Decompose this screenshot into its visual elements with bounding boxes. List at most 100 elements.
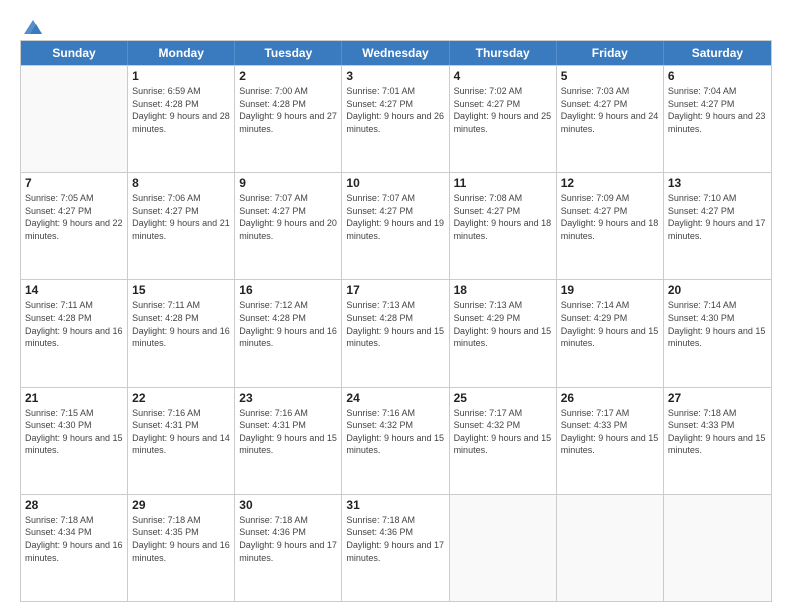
calendar-cell-16: 16Sunrise: 7:12 AM Sunset: 4:28 PM Dayli…: [235, 280, 342, 386]
calendar-cell-11: 11 Sunrise: 7:08 AM Sunset: 4:27 PM Dayli…: [450, 173, 557, 279]
day-number: 18: [454, 283, 552, 297]
calendar-cell-13: 13 Sunrise: 7:10 AM Sunset: 4:27 PM Dayli…: [664, 173, 771, 279]
header-day-wednesday: Wednesday: [342, 41, 449, 65]
header-day-monday: Monday: [128, 41, 235, 65]
calendar-cell-7: 7 Sunrise: 7:05 AM Sunset: 4:27 PM Daylig…: [21, 173, 128, 279]
calendar-row-3: 21 Sunrise: 7:15 AM Sunset: 4:30 PM Dayli…: [21, 387, 771, 494]
header-day-thursday: Thursday: [450, 41, 557, 65]
day-info: Sunrise: 7:07 AM Sunset: 4:27 PM Dayligh…: [239, 192, 337, 242]
calendar-cell-empty-6: [664, 495, 771, 601]
calendar-cell-9: 9 Sunrise: 7:07 AM Sunset: 4:27 PM Daylig…: [235, 173, 342, 279]
calendar-cell-28: 28 Sunrise: 7:18 AM Sunset: 4:34 PM Dayli…: [21, 495, 128, 601]
calendar-cell-4: 4Sunrise: 7:02 AM Sunset: 4:27 PM Daylig…: [450, 66, 557, 172]
day-info: Sunrise: 7:18 AM Sunset: 4:36 PM Dayligh…: [346, 514, 444, 564]
day-number: 14: [25, 283, 123, 297]
calendar-cell-23: 23Sunrise: 7:16 AM Sunset: 4:31 PM Dayli…: [235, 388, 342, 494]
day-number: 24: [346, 391, 444, 405]
day-info: Sunrise: 7:14 AM Sunset: 4:29 PM Dayligh…: [561, 299, 659, 349]
day-number: 23: [239, 391, 337, 405]
day-number: 27: [668, 391, 767, 405]
day-number: 28: [25, 498, 123, 512]
page: SundayMondayTuesdayWednesdayThursdayFrid…: [0, 0, 792, 612]
logo-icon: [22, 16, 44, 38]
day-number: 17: [346, 283, 444, 297]
calendar-cell-empty-0: [21, 66, 128, 172]
day-info: Sunrise: 7:05 AM Sunset: 4:27 PM Dayligh…: [25, 192, 123, 242]
calendar-cell-1: 1Sunrise: 6:59 AM Sunset: 4:28 PM Daylig…: [128, 66, 235, 172]
day-number: 12: [561, 176, 659, 190]
calendar-cell-2: 2 Sunrise: 7:00 AM Sunset: 4:28 PM Daylig…: [235, 66, 342, 172]
day-info: Sunrise: 7:15 AM Sunset: 4:30 PM Dayligh…: [25, 407, 123, 457]
day-info: Sunrise: 7:04 AM Sunset: 4:27 PM Dayligh…: [668, 85, 767, 135]
day-number: 3: [346, 69, 444, 83]
day-number: 2: [239, 69, 337, 83]
calendar-cell-24: 24 Sunrise: 7:16 AM Sunset: 4:32 PM Dayli…: [342, 388, 449, 494]
calendar-cell-27: 27 Sunrise: 7:18 AM Sunset: 4:33 PM Dayli…: [664, 388, 771, 494]
calendar-row-4: 28 Sunrise: 7:18 AM Sunset: 4:34 PM Dayli…: [21, 494, 771, 601]
day-number: 1: [132, 69, 230, 83]
calendar-cell-26: 26 Sunrise: 7:17 AM Sunset: 4:33 PM Dayli…: [557, 388, 664, 494]
calendar-cell-30: 30 Sunrise: 7:18 AM Sunset: 4:36 PM Dayli…: [235, 495, 342, 601]
day-number: 10: [346, 176, 444, 190]
calendar-cell-20: 20 Sunrise: 7:14 AM Sunset: 4:30 PM Dayli…: [664, 280, 771, 386]
calendar-cell-6: 6 Sunrise: 7:04 AM Sunset: 4:27 PM Daylig…: [664, 66, 771, 172]
day-info: Sunrise: 7:16 AM Sunset: 4:32 PM Dayligh…: [346, 407, 444, 457]
logo: [20, 16, 44, 34]
day-info: Sunrise: 7:10 AM Sunset: 4:27 PM Dayligh…: [668, 192, 767, 242]
day-number: 20: [668, 283, 767, 297]
day-number: 25: [454, 391, 552, 405]
day-number: 21: [25, 391, 123, 405]
day-info: Sunrise: 7:18 AM Sunset: 4:34 PM Dayligh…: [25, 514, 123, 564]
day-info: Sunrise: 7:13 AM Sunset: 4:29 PM Dayligh…: [454, 299, 552, 349]
day-number: 16: [239, 283, 337, 297]
calendar-cell-8: 8 Sunrise: 7:06 AM Sunset: 4:27 PM Daylig…: [128, 173, 235, 279]
day-info: Sunrise: 7:16 AM Sunset: 4:31 PM Dayligh…: [132, 407, 230, 457]
calendar-cell-31: 31Sunrise: 7:18 AM Sunset: 4:36 PM Dayli…: [342, 495, 449, 601]
calendar-row-2: 14 Sunrise: 7:11 AM Sunset: 4:28 PM Dayli…: [21, 279, 771, 386]
day-info: Sunrise: 7:14 AM Sunset: 4:30 PM Dayligh…: [668, 299, 767, 349]
day-number: 7: [25, 176, 123, 190]
day-number: 9: [239, 176, 337, 190]
day-info: Sunrise: 7:18 AM Sunset: 4:33 PM Dayligh…: [668, 407, 767, 457]
day-number: 26: [561, 391, 659, 405]
calendar-cell-29: 29 Sunrise: 7:18 AM Sunset: 4:35 PM Dayli…: [128, 495, 235, 601]
day-info: Sunrise: 7:03 AM Sunset: 4:27 PM Dayligh…: [561, 85, 659, 135]
day-info: Sunrise: 7:11 AM Sunset: 4:28 PM Dayligh…: [25, 299, 123, 349]
calendar-body: 1Sunrise: 6:59 AM Sunset: 4:28 PM Daylig…: [21, 65, 771, 601]
day-number: 29: [132, 498, 230, 512]
day-info: Sunrise: 7:11 AM Sunset: 4:28 PM Dayligh…: [132, 299, 230, 349]
calendar-cell-18: 18 Sunrise: 7:13 AM Sunset: 4:29 PM Dayli…: [450, 280, 557, 386]
day-number: 30: [239, 498, 337, 512]
day-info: Sunrise: 7:01 AM Sunset: 4:27 PM Dayligh…: [346, 85, 444, 135]
day-number: 22: [132, 391, 230, 405]
calendar-cell-19: 19Sunrise: 7:14 AM Sunset: 4:29 PM Dayli…: [557, 280, 664, 386]
header-day-friday: Friday: [557, 41, 664, 65]
calendar-cell-15: 15 Sunrise: 7:11 AM Sunset: 4:28 PM Dayli…: [128, 280, 235, 386]
day-info: Sunrise: 7:17 AM Sunset: 4:32 PM Dayligh…: [454, 407, 552, 457]
header-day-sunday: Sunday: [21, 41, 128, 65]
calendar-cell-12: 12 Sunrise: 7:09 AM Sunset: 4:27 PM Dayli…: [557, 173, 664, 279]
day-info: Sunrise: 7:06 AM Sunset: 4:27 PM Dayligh…: [132, 192, 230, 242]
day-number: 5: [561, 69, 659, 83]
header-day-saturday: Saturday: [664, 41, 771, 65]
calendar-cell-10: 10Sunrise: 7:07 AM Sunset: 4:27 PM Dayli…: [342, 173, 449, 279]
day-info: Sunrise: 7:08 AM Sunset: 4:27 PM Dayligh…: [454, 192, 552, 242]
day-number: 15: [132, 283, 230, 297]
header-day-tuesday: Tuesday: [235, 41, 342, 65]
day-number: 8: [132, 176, 230, 190]
day-number: 6: [668, 69, 767, 83]
header: [20, 16, 772, 34]
day-info: Sunrise: 7:09 AM Sunset: 4:27 PM Dayligh…: [561, 192, 659, 242]
day-info: Sunrise: 7:18 AM Sunset: 4:35 PM Dayligh…: [132, 514, 230, 564]
day-number: 4: [454, 69, 552, 83]
calendar: SundayMondayTuesdayWednesdayThursdayFrid…: [20, 40, 772, 602]
calendar-cell-25: 25 Sunrise: 7:17 AM Sunset: 4:32 PM Dayli…: [450, 388, 557, 494]
calendar-cell-14: 14 Sunrise: 7:11 AM Sunset: 4:28 PM Dayli…: [21, 280, 128, 386]
day-info: Sunrise: 7:17 AM Sunset: 4:33 PM Dayligh…: [561, 407, 659, 457]
calendar-row-0: 1Sunrise: 6:59 AM Sunset: 4:28 PM Daylig…: [21, 65, 771, 172]
day-number: 11: [454, 176, 552, 190]
day-info: Sunrise: 7:18 AM Sunset: 4:36 PM Dayligh…: [239, 514, 337, 564]
calendar-cell-21: 21 Sunrise: 7:15 AM Sunset: 4:30 PM Dayli…: [21, 388, 128, 494]
day-info: Sunrise: 7:00 AM Sunset: 4:28 PM Dayligh…: [239, 85, 337, 135]
day-number: 13: [668, 176, 767, 190]
